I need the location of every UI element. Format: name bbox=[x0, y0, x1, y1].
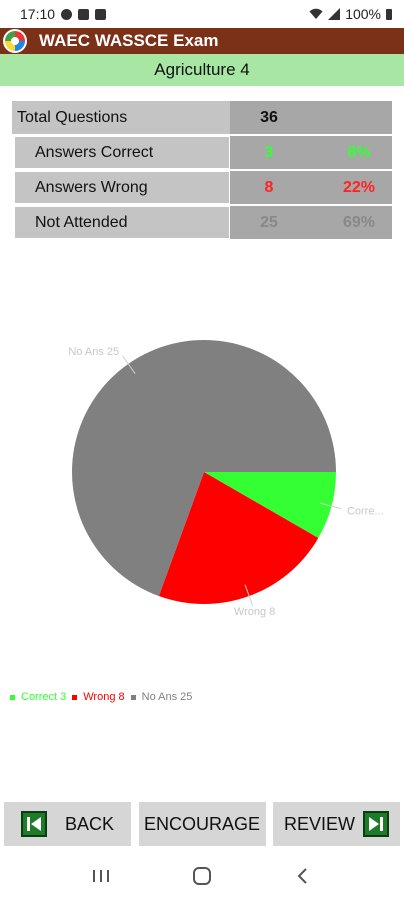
chart-legend: Correct 3 Wrong 8 No Ans 25 bbox=[10, 691, 194, 703]
not-attended-label: Not Attended bbox=[14, 206, 230, 239]
legend-label: Wrong 8 bbox=[83, 691, 125, 703]
total-questions-value-area: 36 bbox=[230, 101, 392, 134]
answers-wrong-count: 8 bbox=[264, 178, 274, 196]
not-attended-count: 25 bbox=[260, 213, 278, 231]
results-pie-chart: Corre... Wrong 8 No Ans 25 bbox=[68, 340, 384, 618]
encourage-button[interactable]: ENCOURAGE bbox=[138, 802, 266, 846]
battery-icon bbox=[386, 8, 392, 20]
not-attended-percent: 69% bbox=[342, 213, 376, 231]
answers-wrong-percent: 22% bbox=[342, 178, 376, 196]
signal-icon bbox=[328, 8, 341, 20]
total-questions-label: Total Questions bbox=[12, 101, 230, 134]
battery-percent: 100% bbox=[345, 6, 381, 22]
home-icon[interactable] bbox=[192, 866, 212, 886]
answers-correct-label: Answers Correct bbox=[14, 136, 230, 169]
answers-wrong-row: Answers Wrong 8 22% bbox=[12, 171, 392, 204]
pie-slice-label: Corre... bbox=[347, 505, 384, 517]
total-questions-count: 36 bbox=[260, 108, 278, 126]
back-button[interactable]: BACK bbox=[4, 802, 131, 846]
subject-title: Agriculture 4 bbox=[154, 60, 250, 79]
first-page-icon bbox=[20, 811, 47, 837]
answers-correct-count: 3 bbox=[264, 143, 274, 161]
total-questions-row: Total Questions 36 bbox=[12, 101, 392, 134]
answers-wrong-value-area: 8 22% bbox=[230, 171, 392, 204]
app-logo-icon bbox=[3, 29, 27, 53]
messenger-icon bbox=[61, 8, 73, 20]
last-page-icon bbox=[363, 811, 389, 837]
review-button[interactable]: REVIEW bbox=[273, 802, 400, 846]
app-notification-icon bbox=[95, 8, 107, 20]
system-navigation-bar bbox=[0, 852, 404, 900]
legend-swatch bbox=[130, 694, 136, 700]
status-bar: 17:10 100% bbox=[0, 0, 404, 28]
legend-label: No Ans 25 bbox=[141, 691, 193, 703]
legend-label: Correct 3 bbox=[21, 691, 67, 703]
results-table: Total Questions 36 Answers Correct 3 8% … bbox=[12, 101, 392, 241]
back-nav-icon[interactable] bbox=[293, 866, 313, 886]
answers-wrong-label: Answers Wrong bbox=[14, 171, 230, 204]
app-bar: WAEC WASSCE Exam bbox=[0, 28, 404, 54]
answers-correct-percent: 8% bbox=[347, 143, 371, 161]
legend-swatch bbox=[10, 694, 15, 700]
not-attended-row: Not Attended 25 69% bbox=[12, 206, 392, 239]
check-notification-icon bbox=[78, 8, 90, 20]
pie-slice-label: Wrong 8 bbox=[234, 606, 275, 618]
recent-apps-icon[interactable] bbox=[91, 867, 111, 885]
status-time: 17:10 bbox=[20, 6, 56, 22]
back-button-label: BACK bbox=[64, 813, 115, 834]
app-title: WAEC WASSCE Exam bbox=[39, 31, 219, 50]
legend-swatch bbox=[72, 694, 78, 700]
subject-title-bar: Agriculture 4 bbox=[0, 54, 404, 86]
encourage-button-label: ENCOURAGE bbox=[143, 813, 260, 834]
answers-correct-value-area: 3 8% bbox=[230, 136, 392, 169]
not-attended-value-area: 25 69% bbox=[230, 206, 392, 239]
bottom-button-row: BACK ENCOURAGE REVIEW bbox=[0, 802, 404, 846]
wifi-icon bbox=[309, 8, 323, 19]
pie-slice-label: No Ans 25 bbox=[68, 346, 119, 358]
answers-correct-row: Answers Correct 3 8% bbox=[12, 136, 392, 169]
review-button-label: REVIEW bbox=[283, 813, 355, 834]
